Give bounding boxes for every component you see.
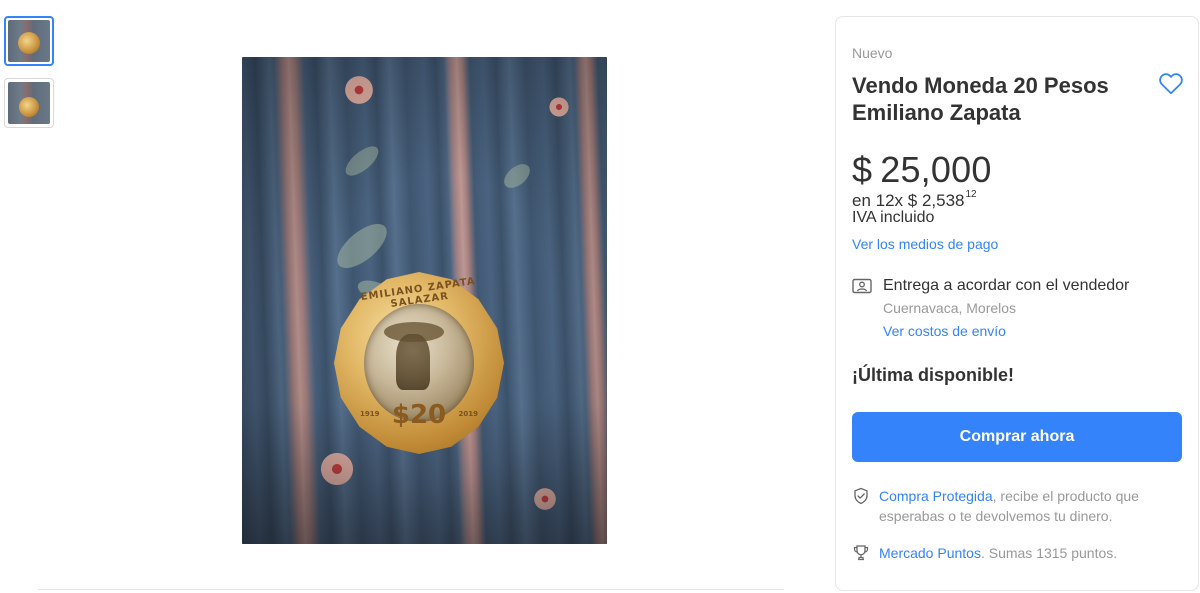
installments: en 12x $ 2,53812 (852, 189, 977, 211)
seller-location: Cuernavaca, Morelos (883, 300, 1017, 316)
coin-year-right: 2019 (458, 410, 478, 418)
loyalty-points: Mercado Puntos. Sumas 1315 puntos. (852, 543, 1172, 563)
stock-status: ¡Última disponible! (852, 365, 1014, 385)
product-title: Vendo Moneda 20 Pesos Emiliano Zapata (852, 73, 1109, 125)
buy-now-button[interactable]: Comprar ahora (852, 412, 1182, 462)
coin: EMILIANO ZAPATA SALAZAR $20 1919 2019 (334, 272, 504, 454)
purchase-protection: Compra Protegida, recibe el producto que… (852, 486, 1172, 526)
product-price: $25,000 (852, 149, 992, 191)
thumbnail-list (4, 16, 56, 140)
coin-year-left: 1919 (360, 410, 380, 418)
coin-years: 1919 2019 (334, 410, 504, 418)
points-text: . Sumas 1315 puntos. (980, 545, 1118, 561)
main-product-image[interactable]: EMILIANO ZAPATA SALAZAR $20 1919 2019 (242, 57, 607, 544)
thumbnail-1[interactable] (4, 16, 54, 66)
product-condition: Nuevo (852, 45, 893, 61)
currency-symbol: $ (852, 149, 873, 190)
delivery-agreement-icon (852, 278, 872, 296)
divider (38, 589, 784, 590)
favorite-heart-icon[interactable] (1158, 71, 1184, 95)
thumbnail-image (8, 82, 50, 124)
buy-box: Nuevo Vendo Moneda 20 Pesos Emiliano Zap… (835, 16, 1199, 591)
trophy-icon (852, 544, 870, 562)
mercado-puntos-link[interactable]: Mercado Puntos (879, 545, 981, 561)
tax-note: IVA incluido (852, 209, 935, 226)
payment-methods-link[interactable]: Ver los medios de pago (852, 236, 998, 252)
installments-amount: en 12x $ 2,538 (852, 191, 965, 210)
shipping-title: Entrega a acordar con el vendedor (883, 277, 1130, 294)
price-amount: 25,000 (880, 149, 992, 190)
shipping-costs-link[interactable]: Ver costos de envío (883, 323, 1006, 339)
thumbnail-image (8, 20, 50, 62)
protected-purchase-link[interactable]: Compra Protegida (879, 488, 993, 504)
installments-cents: 12 (965, 189, 977, 201)
thumbnail-2[interactable] (4, 78, 54, 128)
shield-check-icon (852, 487, 870, 505)
